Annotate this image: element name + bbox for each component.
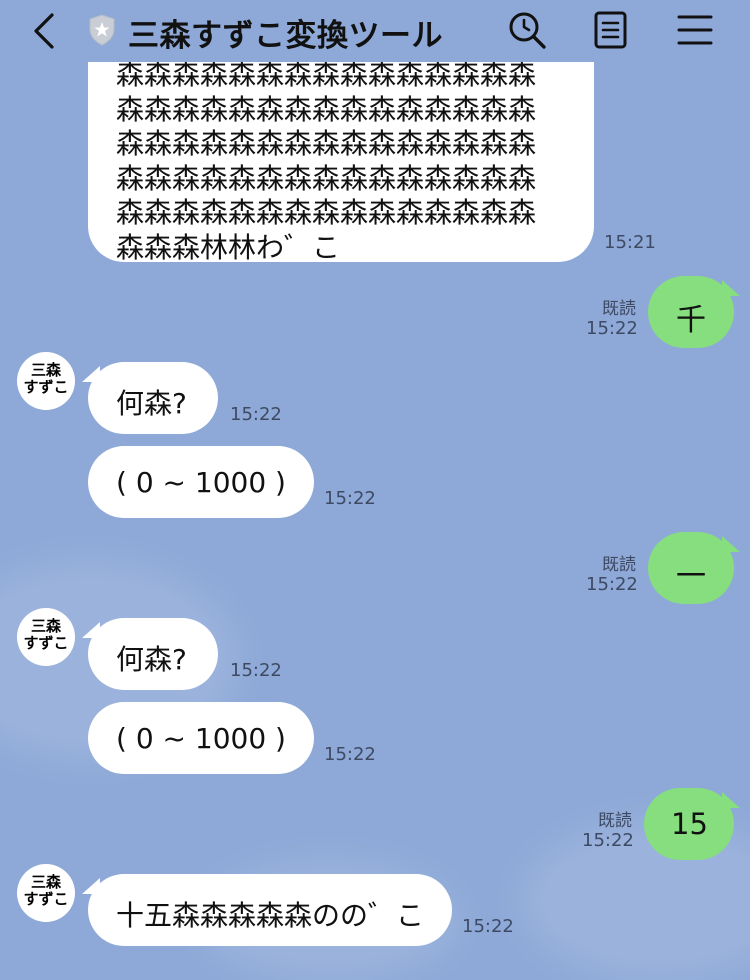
message-time: 15:22 [230, 660, 282, 681]
message-text: 何森? [116, 387, 187, 420]
message-time: 15:22 [324, 744, 376, 765]
message-time: 15:22 [586, 318, 638, 339]
message-bubble-incoming[interactable]: 何森? [88, 618, 218, 690]
bubble-tail [722, 792, 740, 808]
chat-title: 三森すずこ変換ツール [128, 18, 443, 54]
message-bubble-incoming[interactable]: ( 0 ~ 1000 ) [88, 702, 314, 774]
message-bubble-incoming[interactable]: ( 0 ~ 1000 ) [88, 446, 314, 518]
message-text: 千 [676, 303, 706, 338]
message-time: 15:22 [462, 916, 514, 937]
chevron-left-icon[interactable] [28, 12, 62, 50]
message-line: 森森森森森森森森森森森森森森森 [116, 58, 537, 91]
avatar[interactable]: 三森 すずこ [17, 352, 75, 410]
menu-icon[interactable] [674, 9, 716, 51]
message-bubble-incoming[interactable]: 森森森森森森森森森森森森森森森 森森森森森森森森森森森森森森森 森森森森森森森森… [88, 40, 594, 264]
search-icon[interactable] [506, 9, 548, 51]
read-receipt: 既読 [602, 299, 636, 319]
shield-star-icon [88, 14, 116, 46]
chat-header: 三森すずこ変換ツール [0, 0, 750, 62]
avatar[interactable]: 三森 すずこ [17, 864, 75, 922]
avatar-label: 三森 すずこ [23, 361, 69, 396]
message-bubble-outgoing[interactable]: 15 [644, 788, 734, 860]
message-time: 15:21 [604, 232, 656, 253]
avatar[interactable]: 三森 すずこ [17, 608, 75, 666]
chat-area[interactable]: 森森森森森森森森森森森森森森森 森森森森森森森森森森森森森森森 森森森森森森森森… [0, 0, 750, 952]
message-line: 森森森林林わ゛こ [116, 230, 341, 264]
message-text: 15 [671, 807, 708, 841]
message-text: ( 0 ~ 1000 ) [116, 722, 286, 755]
message-time: 15:22 [582, 830, 634, 851]
message-line: 森森森森森森森森森森森森森森森 [116, 161, 537, 195]
message-bubble-incoming[interactable]: 何森? [88, 362, 218, 434]
message-text: 十五森森森森森のの゛こ [116, 899, 425, 932]
read-receipt: 既読 [602, 555, 636, 575]
bubble-tail [722, 280, 740, 296]
avatar-label: 三森 すずこ [23, 617, 69, 652]
message-line: 森森森森森森森森森森森森森森森 [116, 196, 537, 229]
message-text: 何森? [116, 643, 187, 676]
bubble-tail [722, 536, 740, 552]
message-line: 森森森森森森森森森森森森森森森 [116, 92, 537, 126]
message-text: 一 [676, 559, 706, 594]
message-line: 森森森森森森森森森森森森森森森 [116, 127, 537, 160]
message-time: 15:22 [586, 574, 638, 595]
message-text: ( 0 ~ 1000 ) [116, 466, 286, 499]
message-time: 15:22 [324, 488, 376, 509]
avatar-label: 三森 すずこ [23, 873, 69, 908]
read-receipt: 既読 [598, 811, 632, 831]
message-bubble-incoming[interactable]: 十五森森森森森のの゛こ [88, 874, 452, 946]
notes-icon[interactable] [590, 9, 632, 51]
message-time: 15:22 [230, 404, 282, 425]
